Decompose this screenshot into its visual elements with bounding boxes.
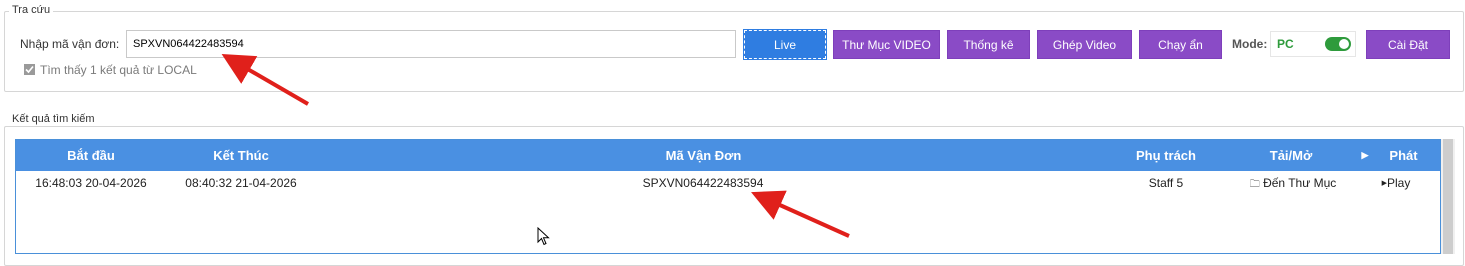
column-header-staff[interactable]: Phụ trách	[1116, 140, 1216, 171]
results-table: Bắt đầu Kết Thúc Mã Vận Đơn Phụ trách Tả…	[15, 139, 1441, 254]
table-scrollbar[interactable]	[1441, 139, 1455, 254]
table-header: Bắt đầu Kết Thúc Mã Vận Đơn Phụ trách Tả…	[16, 140, 1440, 171]
local-result-text: Tìm thấy 1 kết quả từ LOCAL	[40, 63, 197, 77]
folder-icon: 🗀	[1249, 179, 1260, 190]
play-label: Play	[1387, 176, 1411, 190]
column-header-code[interactable]: Mã Vận Đơn	[606, 140, 801, 171]
open-folder-label: Đến Thư Mục	[1263, 176, 1337, 190]
mode-value: PC	[1277, 37, 1294, 51]
cell-end: 08:40:32 21-04-2026	[185, 176, 297, 190]
waybill-label: Nhập mã vận đơn:	[20, 37, 120, 51]
search-group-legend: Tra cứu	[9, 4, 54, 16]
column-header-play[interactable]: Phát	[1376, 140, 1431, 171]
column-header-start[interactable]: Bắt đầu	[36, 140, 146, 171]
column-header-open[interactable]: Tải/Mở	[1241, 140, 1341, 171]
scrollbar-thumb[interactable]	[1443, 139, 1453, 254]
settings-button[interactable]: Cài Đặt	[1366, 30, 1450, 59]
live-button[interactable]: Live	[743, 29, 827, 60]
open-folder-link[interactable]: 🗀 Đến Thư Mục	[1238, 174, 1348, 192]
merge-video-button[interactable]: Ghép Video	[1037, 30, 1132, 59]
column-header-end[interactable]: Kết Thúc	[186, 140, 296, 171]
video-folder-button[interactable]: Thư Mục VIDEO	[833, 30, 940, 59]
cell-start: 16:48:03 20-04-2026	[35, 176, 147, 190]
hidden-run-button[interactable]: Chạy ẩn	[1139, 30, 1222, 59]
cell-staff: Staff 5	[1148, 176, 1184, 190]
stats-button[interactable]: Thống kê	[947, 30, 1030, 59]
cell-code: SPXVN064422483594	[642, 176, 764, 190]
play-column-arrow-icon: ▶	[1361, 150, 1369, 160]
mode-label: Mode:	[1232, 37, 1268, 51]
check-icon	[25, 65, 34, 74]
local-result-checkbox	[24, 64, 35, 75]
play-link[interactable]: ▶Play	[1371, 174, 1421, 192]
waybill-input[interactable]: SPXVN064422483594	[126, 30, 736, 58]
mode-toggle[interactable]	[1325, 37, 1351, 51]
results-group-legend: Kết quả tìm kiếm	[9, 113, 98, 125]
